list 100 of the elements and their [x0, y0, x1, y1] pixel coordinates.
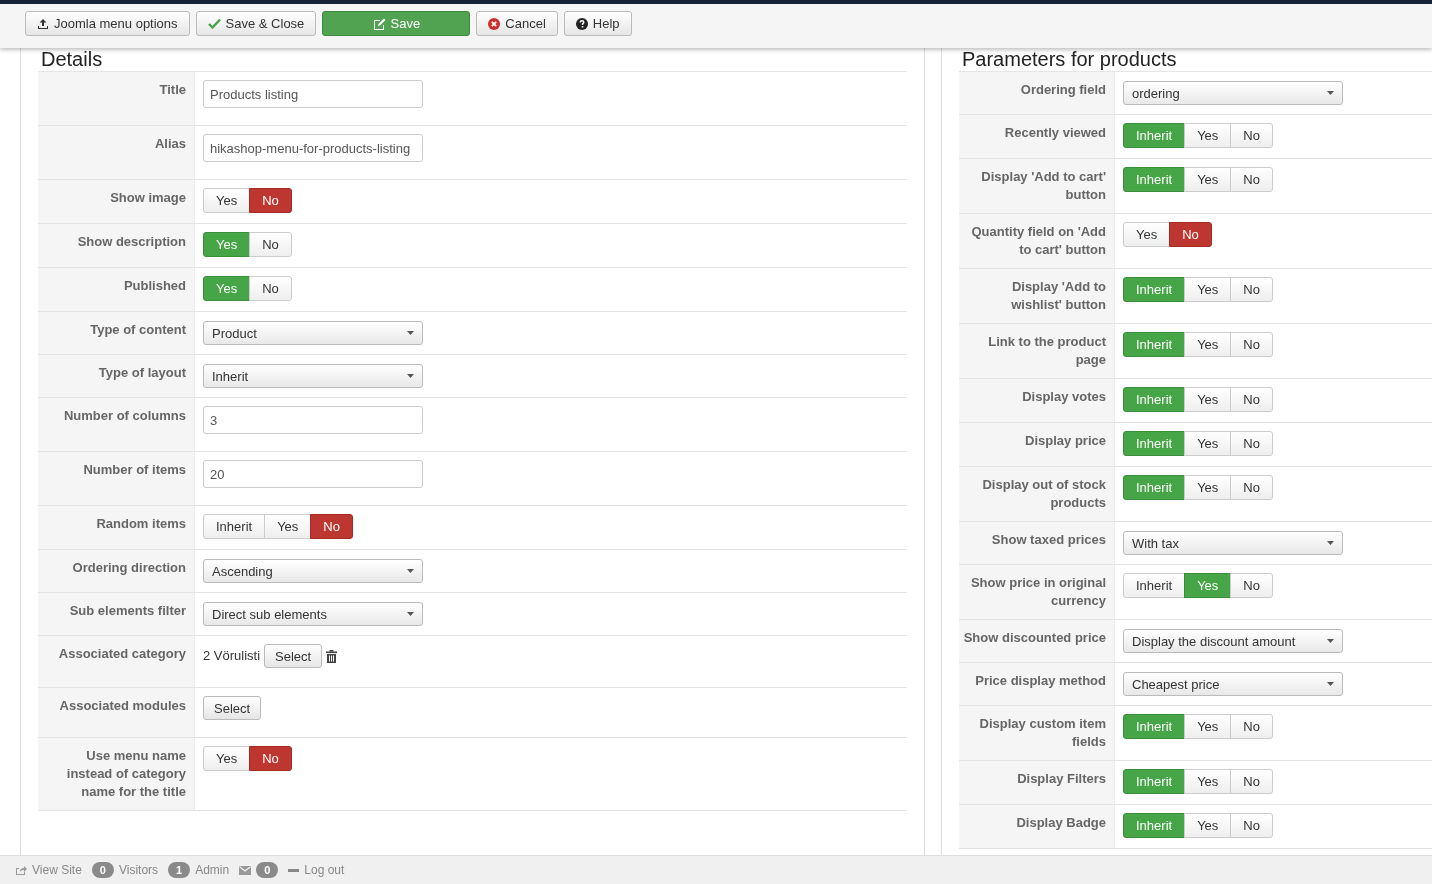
field-label: Display price [959, 423, 1115, 466]
minus-icon [288, 868, 300, 872]
toggle-option[interactable]: No [1230, 332, 1273, 357]
field-label: Display custom item fields [959, 706, 1115, 760]
toggle-option[interactable]: Yes [1184, 431, 1232, 456]
toggle-option[interactable]: No [249, 188, 292, 213]
toggle-option[interactable]: No [1230, 573, 1273, 598]
text-field[interactable]: Products listing [203, 80, 423, 108]
field-label: Show image [38, 180, 195, 223]
toggle-option[interactable]: Yes [1184, 769, 1232, 794]
category-value: 2 Vörulisti [203, 647, 261, 665]
edit-icon [372, 17, 386, 30]
toggle-option[interactable]: No [310, 514, 353, 539]
field-label: Display votes [959, 379, 1115, 422]
toggle-option[interactable]: No [1230, 277, 1273, 302]
toggle-option[interactable]: Yes [1184, 277, 1232, 302]
toggle-option[interactable]: Yes [1184, 123, 1232, 148]
toggle-option[interactable]: Yes [203, 188, 251, 213]
toggle-option[interactable]: Yes [264, 514, 312, 539]
toggle-option[interactable]: No [1169, 222, 1212, 247]
field-label: Link to the product page [959, 324, 1115, 378]
field-label: Show description [38, 224, 195, 267]
field-label: Display out of stock products [959, 467, 1115, 521]
toggle-option[interactable]: Inherit [1123, 573, 1186, 598]
field-label: Type of layout [38, 355, 195, 397]
field-label: Show price in original currency [959, 565, 1115, 619]
field-label: Number of columns [38, 398, 195, 451]
field-label: Recently viewed [959, 115, 1115, 158]
text-field[interactable]: 20 [203, 460, 423, 488]
field-label: Price display method [959, 663, 1115, 705]
field-label: Show discounted price [959, 620, 1115, 662]
dropdown[interactable]: With tax [1123, 531, 1343, 555]
field-label: Quantity field on 'Add to cart' button [959, 214, 1115, 268]
count-badge: 1 [168, 862, 191, 878]
caret-icon [1327, 682, 1334, 686]
toggle-option[interactable]: No [249, 746, 292, 771]
toggle-option[interactable]: No [1230, 123, 1273, 148]
select-button[interactable]: Select [264, 644, 323, 668]
field-label: Use menu name instead of category name for the title [38, 738, 195, 810]
text-field[interactable]: hikashop-menu-for-products-listing [203, 134, 423, 162]
caret-icon [1327, 541, 1334, 545]
toggle-option[interactable]: No [1230, 167, 1273, 192]
share-icon [15, 865, 27, 875]
toggle-option[interactable]: Yes [1184, 332, 1232, 357]
check-icon [207, 18, 221, 29]
field-label: Number of items [38, 452, 195, 505]
toggle-option[interactable]: No [1230, 813, 1273, 838]
toggle-option[interactable]: Yes [1184, 167, 1232, 192]
upload-icon [37, 17, 49, 30]
toggle-option[interactable]: Yes [1184, 387, 1232, 412]
toggle-option[interactable]: No [1230, 769, 1273, 794]
toggle-option[interactable]: No [1230, 431, 1273, 456]
status-label: Visitors [118, 863, 159, 877]
status-label: Admin [195, 863, 230, 877]
x-circle-icon [488, 17, 501, 30]
dropdown[interactable]: Direct sub elements [203, 602, 423, 626]
toolbar-button[interactable]: Help [563, 11, 632, 36]
field-label: Associated category [38, 636, 195, 687]
dropdown[interactable]: Cheapest price [1123, 672, 1343, 696]
trash-icon[interactable] [326, 649, 338, 663]
count-badge: 0 [91, 862, 114, 878]
dropdown[interactable]: ordering [1123, 81, 1343, 105]
field-label: Display Filters [959, 761, 1115, 804]
toggle-option[interactable]: No [249, 276, 292, 301]
field-label: Display 'Add to wishlist' button [959, 269, 1115, 323]
caret-icon [407, 374, 414, 378]
text-field[interactable]: 3 [203, 406, 423, 434]
caret-icon [407, 612, 414, 616]
toggle-option[interactable]: No [1230, 475, 1273, 500]
dropdown[interactable]: Inherit [203, 364, 423, 388]
field-label: Random items [38, 506, 195, 549]
dropdown[interactable]: Ascending [203, 559, 423, 583]
field-label: Title [38, 72, 195, 125]
toggle-option[interactable]: No [1230, 714, 1273, 739]
toggle-option[interactable]: Yes [1184, 475, 1232, 500]
field-label: Display 'Add to cart' button [959, 159, 1115, 213]
field-label: Type of content [38, 312, 195, 354]
field-label: Ordering field [959, 72, 1115, 114]
caret-icon [407, 331, 414, 335]
toggle-option[interactable]: Yes [203, 746, 251, 771]
toolbar-button[interactable]: Cancel [476, 11, 558, 36]
field-label: Show taxed prices [959, 522, 1115, 564]
toolbar-button[interactable]: Save & Close [195, 11, 317, 36]
question-circle-icon [575, 17, 588, 30]
toggle-option[interactable]: Yes [1184, 813, 1232, 838]
caret-icon [407, 569, 414, 573]
dropdown[interactable]: Product [203, 321, 423, 345]
toggle-option[interactable]: Inherit [203, 514, 266, 539]
field-label: Alias [38, 126, 195, 179]
field-label: Display Badge [959, 805, 1115, 848]
toggle-option[interactable]: Yes [1123, 222, 1171, 247]
envelope-icon [239, 865, 252, 875]
caret-icon [1327, 91, 1334, 95]
dropdown[interactable]: Display the discount amount [1123, 629, 1343, 653]
toggle-option[interactable]: No [249, 232, 292, 257]
toggle-option[interactable]: No [1230, 387, 1273, 412]
toolbar-button[interactable]: Joomla menu options [25, 11, 190, 36]
select-button[interactable]: Select [203, 696, 262, 720]
field-label: Ordering direction [38, 550, 195, 592]
toggle-option[interactable]: Yes [1184, 714, 1232, 739]
